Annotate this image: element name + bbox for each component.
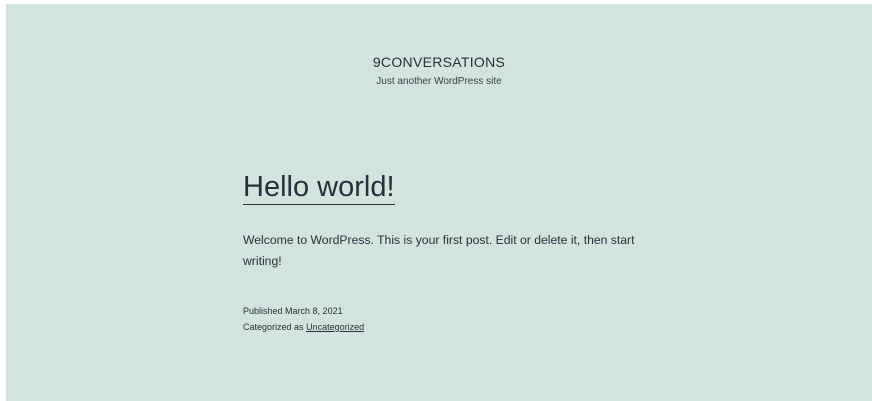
published-label: Published <box>243 306 283 316</box>
page-container: 9CONVERSATIONS Just another WordPress si… <box>6 4 872 401</box>
site-description: Just another WordPress site <box>376 76 502 87</box>
post-article: Hello world! Welcome to WordPress. This … <box>243 169 643 335</box>
post-title-link[interactable]: Hello world! <box>243 171 395 205</box>
categorized-label: Categorized as <box>243 322 304 332</box>
published-date: March 8, 2021 <box>285 306 343 316</box>
post-title: Hello world! <box>243 169 643 205</box>
category-link[interactable]: Uncategorized <box>306 322 364 332</box>
post-meta: Published March 8, 2021 Categorized as U… <box>243 303 643 335</box>
published-line: Published March 8, 2021 <box>243 303 643 319</box>
post-content: Welcome to WordPress. This is your first… <box>243 233 635 268</box>
site-header: 9CONVERSATIONS Just another WordPress si… <box>6 53 872 88</box>
site-title-link[interactable]: 9CONVERSATIONS <box>373 53 505 71</box>
category-line: Categorized as Uncategorized <box>243 319 643 335</box>
